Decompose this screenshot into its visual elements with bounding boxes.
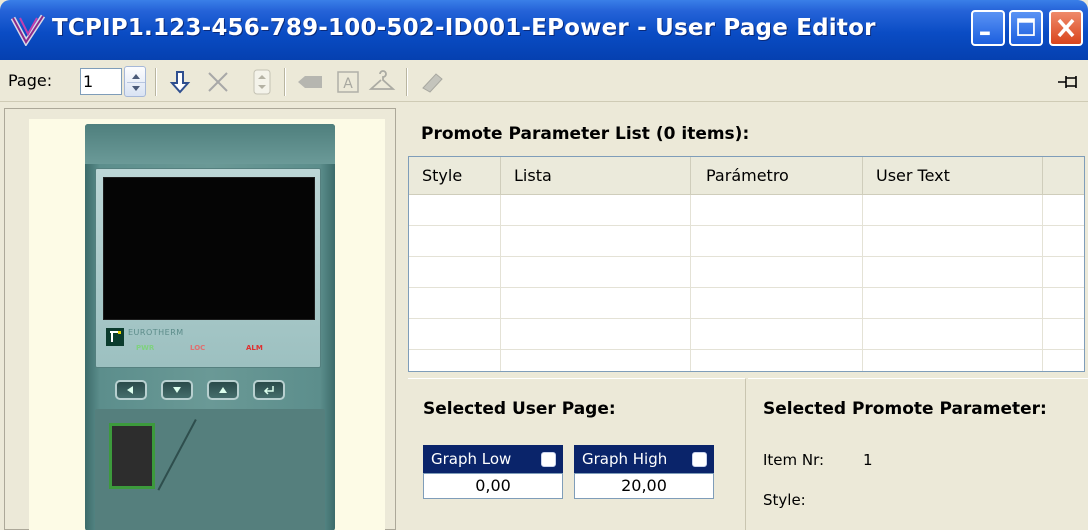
grid-empty-row	[409, 319, 1084, 350]
device-lower-panel	[95, 409, 325, 530]
eraser-icon[interactable]	[418, 68, 446, 96]
delete-x-icon[interactable]	[204, 68, 232, 96]
device-image: EUROTHERM PWR LOC ALM	[85, 124, 335, 530]
device-screen	[103, 177, 315, 320]
grid-empty-row	[409, 195, 1084, 226]
grid-column-line	[690, 195, 691, 371]
svg-text:A: A	[343, 76, 353, 92]
move-down-arrow-icon[interactable]	[166, 68, 194, 96]
grid-empty-row	[409, 350, 1084, 371]
column-lista[interactable]: Lista	[501, 157, 691, 195]
grid-empty-row	[409, 257, 1084, 288]
promote-parameter-grid[interactable]: Style Lista Parámetro User Text	[408, 156, 1085, 372]
toolbar-separator	[406, 68, 408, 96]
page-spin-button[interactable]	[124, 66, 146, 97]
device-port	[109, 423, 155, 489]
toolbar-separator	[284, 68, 286, 96]
device-brand: EUROTHERM	[128, 328, 184, 337]
device-front-panel: EUROTHERM PWR LOC ALM	[95, 168, 321, 368]
graph-high-field[interactable]: Graph High 20,00	[574, 445, 714, 501]
maximize-button[interactable]	[1009, 10, 1043, 46]
graph-high-label-text: Graph High	[582, 450, 668, 468]
column-parametro[interactable]: Parámetro	[691, 157, 863, 195]
graph-low-label-text: Graph Low	[431, 450, 512, 468]
selected-promote-parameter-panel: Selected Promote Parameter: Item Nr: 1 S…	[748, 378, 1088, 530]
style-label: Style:	[763, 491, 806, 509]
eurotherm-logo-icon	[106, 328, 124, 346]
device-up-button	[207, 380, 239, 400]
page-number-input[interactable]	[80, 68, 122, 95]
grid-column-line	[500, 195, 501, 371]
graph-low-value[interactable]: 0,00	[423, 473, 563, 499]
graph-low-field[interactable]: Graph Low 0,00	[423, 445, 563, 501]
grid-column-line	[862, 195, 863, 371]
graph-high-label: Graph High	[574, 445, 714, 473]
grid-empty-row	[409, 288, 1084, 319]
selected-promote-parameter-title: Selected Promote Parameter:	[763, 399, 1047, 419]
led-pwr: PWR	[136, 344, 155, 352]
window-title: TCPIP1.123-456-789-100-502-ID001-EPower …	[52, 15, 876, 41]
minimize-icon	[980, 31, 990, 36]
promote-list-title: Promote Parameter List (0 items):	[421, 124, 750, 144]
spin-updown-icon	[127, 74, 145, 91]
grid-header: Style Lista Parámetro User Text	[409, 157, 1084, 195]
spin-disabled-icon[interactable]	[248, 68, 276, 96]
close-icon	[1057, 18, 1075, 38]
close-button[interactable]	[1049, 10, 1083, 46]
selected-user-page-panel: Selected User Page: Graph Low 0,00 Graph…	[408, 378, 746, 530]
left-arrow-icon	[127, 386, 133, 394]
toolbar: Page: A	[0, 60, 1088, 102]
grid-column-line	[1042, 195, 1043, 371]
minimize-button[interactable]	[971, 10, 1005, 46]
text-a-icon[interactable]: A	[334, 68, 362, 96]
device-divider-line	[157, 419, 197, 491]
page-label: Page:	[8, 71, 53, 90]
pin-icon[interactable]	[1057, 72, 1081, 92]
enter-arrow-icon	[263, 386, 274, 395]
graph-low-label: Graph Low	[423, 445, 563, 473]
down-arrow-icon	[173, 387, 181, 393]
graph-high-value[interactable]: 20,00	[574, 473, 714, 499]
device-preview-panel: EUROTHERM PWR LOC ALM	[4, 108, 396, 530]
tag-icon[interactable]	[296, 68, 324, 96]
device-top	[85, 124, 335, 164]
led-alm: ALM	[246, 344, 263, 352]
device-down-button	[161, 380, 193, 400]
app-logo-icon	[10, 14, 46, 46]
selected-user-page-title: Selected User Page:	[423, 399, 616, 419]
column-style[interactable]: Style	[409, 157, 501, 195]
toolbar-separator	[155, 68, 157, 96]
device-enter-button	[253, 380, 285, 400]
hanger-icon[interactable]	[368, 68, 396, 96]
maximize-icon	[1017, 18, 1035, 36]
up-arrow-icon	[219, 387, 227, 393]
item-nr-label: Item Nr:	[763, 451, 825, 469]
item-nr-value: 1	[863, 451, 873, 469]
device-button-row	[95, 380, 321, 402]
led-loc: LOC	[190, 344, 206, 352]
graph-high-checkbox[interactable]	[692, 452, 707, 467]
grid-empty-row	[409, 226, 1084, 257]
title-bar[interactable]: TCPIP1.123-456-789-100-502-ID001-EPower …	[0, 0, 1088, 60]
column-user-text[interactable]: User Text	[863, 157, 1043, 195]
graph-low-checkbox[interactable]	[541, 452, 556, 467]
device-left-button	[115, 380, 147, 400]
